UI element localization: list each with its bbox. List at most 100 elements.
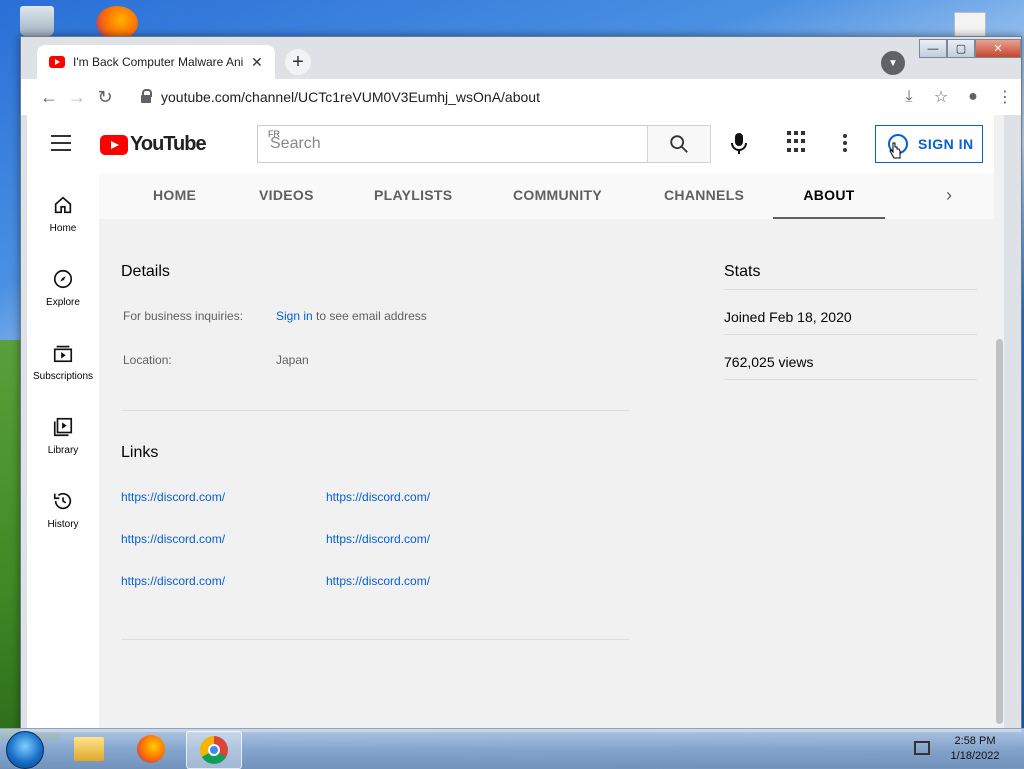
channel-content: HOME VIDEOS PLAYLISTS COMMUNITY CHANNELS… [99, 173, 999, 728]
location-value: Japan [276, 353, 309, 367]
sidebar-item-subscriptions[interactable]: Subscriptions [27, 341, 99, 382]
sidebar-item-history[interactable]: History [27, 489, 99, 530]
forward-icon[interactable]: → [63, 83, 91, 111]
window-controls: — ▢ ✕ [919, 39, 1021, 58]
tab-about[interactable]: ABOUT [773, 173, 885, 219]
link-item[interactable]: https://discord.com/ [326, 532, 430, 546]
taskbar-firefox[interactable] [124, 731, 178, 767]
tab-strip: I'm Back Computer Malware Ani ✕ + ▼ — ▢ … [21, 37, 1021, 79]
lock-icon [141, 89, 152, 103]
business-suffix: to see email address [312, 309, 427, 323]
location-label: Location: [123, 353, 172, 367]
tab-community[interactable]: COMMUNITY [513, 173, 602, 217]
taskbar-explorer[interactable] [62, 731, 116, 767]
hand-cursor-icon [889, 142, 901, 159]
logo-text: YouTube [130, 133, 207, 155]
tab-videos[interactable]: VIDEOS [259, 173, 314, 217]
new-tab-button[interactable]: + [285, 49, 311, 75]
minimize-button[interactable]: — [919, 39, 947, 58]
sign-in-label: SIGN IN [918, 136, 974, 152]
taskbar: 2:58 PM 1/18/2022 [0, 728, 1024, 769]
taskbar-chrome[interactable] [186, 731, 242, 769]
link-item[interactable]: https://discord.com/ [121, 532, 225, 546]
business-inquiries-value: Sign in to see email address [276, 309, 427, 323]
sign-in-link[interactable]: Sign in [276, 309, 313, 323]
back-icon[interactable]: ← [35, 83, 63, 111]
close-window-button[interactable]: ✕ [975, 39, 1021, 58]
tab-title: I'm Back Computer Malware Ani [73, 55, 244, 69]
apps-grid-icon[interactable] [787, 131, 809, 153]
scrollbar-thumb[interactable] [996, 339, 1003, 724]
link-item[interactable]: https://discord.com/ [121, 490, 225, 504]
link-item[interactable]: https://discord.com/ [121, 574, 225, 588]
sidebar-item-label: Home [49, 223, 77, 234]
tab-search-button[interactable]: ▼ [881, 51, 905, 75]
url-text: youtube.com/channel/UCTc1reVUM0V3Eumhj_w… [161, 89, 540, 105]
youtube-play-icon [100, 134, 128, 155]
firefox-icon [137, 735, 165, 763]
joined-date: Joined Feb 18, 2020 [724, 309, 852, 325]
channel-tabs: HOME VIDEOS PLAYLISTS COMMUNITY CHANNELS… [99, 173, 999, 219]
sidebar-item-explore[interactable]: Explore [27, 267, 99, 308]
firefox-desktop-icon[interactable] [96, 6, 138, 40]
maximize-button[interactable]: ▢ [947, 39, 975, 58]
chrome-icon [200, 736, 228, 764]
sidebar-item-label: Library [47, 445, 79, 456]
sidebar-item-library[interactable]: Library [27, 415, 99, 456]
more-options-icon[interactable] [839, 131, 851, 155]
menu-icon[interactable]: ⋮ [989, 83, 1021, 111]
clock-time: 2:58 PM [954, 735, 996, 747]
microphone-icon [731, 133, 747, 154]
search-icon [670, 135, 688, 153]
youtube-favicon-icon [49, 56, 65, 68]
stats-heading: Stats [724, 263, 761, 280]
sidebar-item-label: Subscriptions [32, 371, 94, 382]
divider [121, 410, 629, 411]
folder-icon [74, 737, 104, 761]
link-item[interactable]: https://discord.com/ [326, 490, 430, 504]
tab-home[interactable]: HOME [153, 173, 196, 217]
sidebar: Home Explore Subscriptions Library Histo… [27, 173, 99, 728]
install-icon[interactable]: ⤓ [893, 83, 925, 111]
home-icon [51, 193, 75, 217]
reload-icon[interactable]: ↻ [91, 83, 119, 111]
voice-search-button[interactable] [725, 129, 753, 159]
divider [121, 639, 629, 640]
sidebar-item-label: Explore [46, 297, 80, 308]
view-count: 762,025 views [724, 354, 814, 370]
tab-playlists[interactable]: PLAYLISTS [374, 173, 452, 217]
subscriptions-icon [51, 341, 75, 365]
start-button[interactable] [6, 731, 44, 769]
tab-close-button[interactable]: ✕ [251, 54, 263, 71]
compass-icon [51, 267, 75, 291]
youtube-header: YouTube FR Search SIGN IN [27, 115, 999, 173]
youtube-logo[interactable]: YouTube FR [100, 129, 280, 156]
divider [724, 334, 977, 335]
address-bar[interactable]: youtube.com/channel/UCTc1reVUM0V3Eumhj_w… [141, 83, 881, 111]
system-clock[interactable]: 2:58 PM 1/18/2022 [940, 734, 1010, 764]
browser-window: I'm Back Computer Malware Ani ✕ + ▼ — ▢ … [20, 36, 1022, 733]
search-button[interactable] [647, 125, 711, 163]
clock-date: 1/18/2022 [950, 750, 1000, 762]
profile-icon[interactable]: ● [957, 83, 989, 111]
star-icon[interactable]: ☆ [925, 83, 957, 111]
sidebar-item-home[interactable]: Home [27, 193, 99, 234]
sidebar-item-label: History [47, 519, 79, 530]
link-item[interactable]: https://discord.com/ [326, 574, 430, 588]
chevron-right-icon[interactable]: › [937, 183, 961, 207]
network-icon[interactable] [914, 741, 930, 755]
browser-tab[interactable]: I'm Back Computer Malware Ani ✕ [37, 45, 275, 79]
browser-toolbar: ← → ↻ youtube.com/channel/UCTc1reVUM0V3E… [21, 79, 1021, 115]
recycle-bin-icon[interactable] [20, 6, 54, 36]
business-inquiries-label: For business inquiries: [123, 309, 244, 323]
toolbar-right: ⤓ ☆ ● ⋮ [893, 83, 1021, 111]
hamburger-menu-icon[interactable] [51, 135, 71, 151]
tab-channels[interactable]: CHANNELS [664, 173, 744, 217]
divider [724, 379, 977, 380]
web-page: YouTube FR Search SIGN IN Home Explore S… [27, 115, 999, 728]
search-input[interactable]: Search [257, 125, 647, 163]
library-icon [51, 415, 75, 439]
links-heading: Links [121, 444, 159, 461]
history-icon [51, 489, 75, 513]
details-heading: Details [121, 263, 170, 280]
